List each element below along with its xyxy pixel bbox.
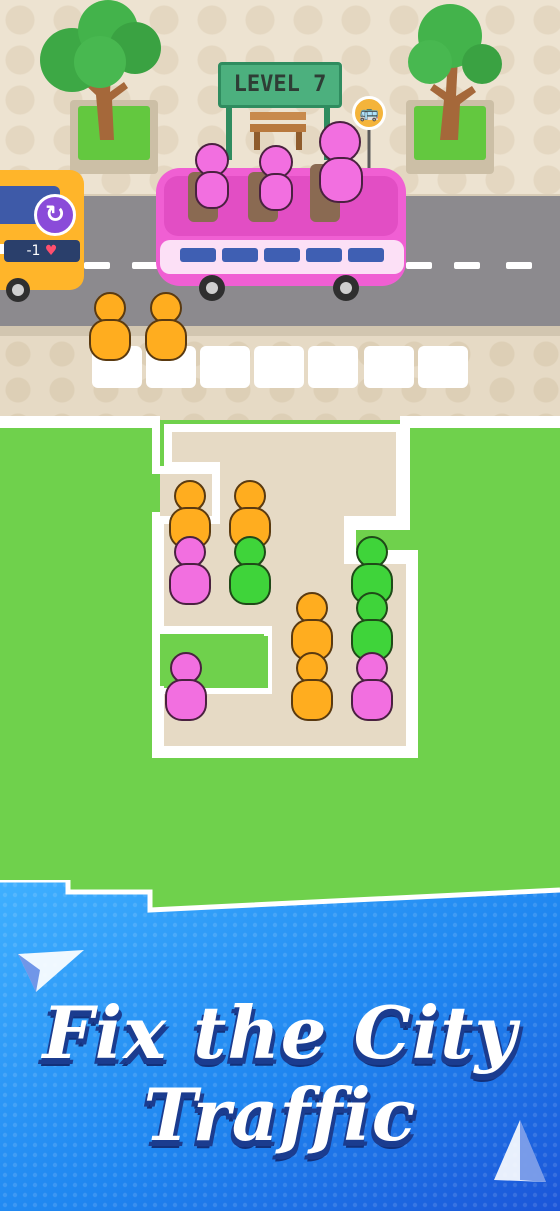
passenger-green[interactable] <box>351 592 393 661</box>
banner-title-line-2: Traffic <box>143 1072 417 1157</box>
passenger-orange[interactable] <box>291 652 333 721</box>
passenger-pink[interactable] <box>169 536 211 605</box>
passenger-orange[interactable] <box>291 592 333 661</box>
passenger-green[interactable] <box>229 536 271 605</box>
passenger-orange[interactable] <box>145 292 187 361</box>
passenger-crowd <box>89 292 393 721</box>
passenger-pink[interactable] <box>351 652 393 721</box>
passenger-pink[interactable] <box>165 652 207 721</box>
passenger-orange[interactable] <box>89 292 131 361</box>
banner-title-line-1: Fix the City <box>42 990 518 1075</box>
